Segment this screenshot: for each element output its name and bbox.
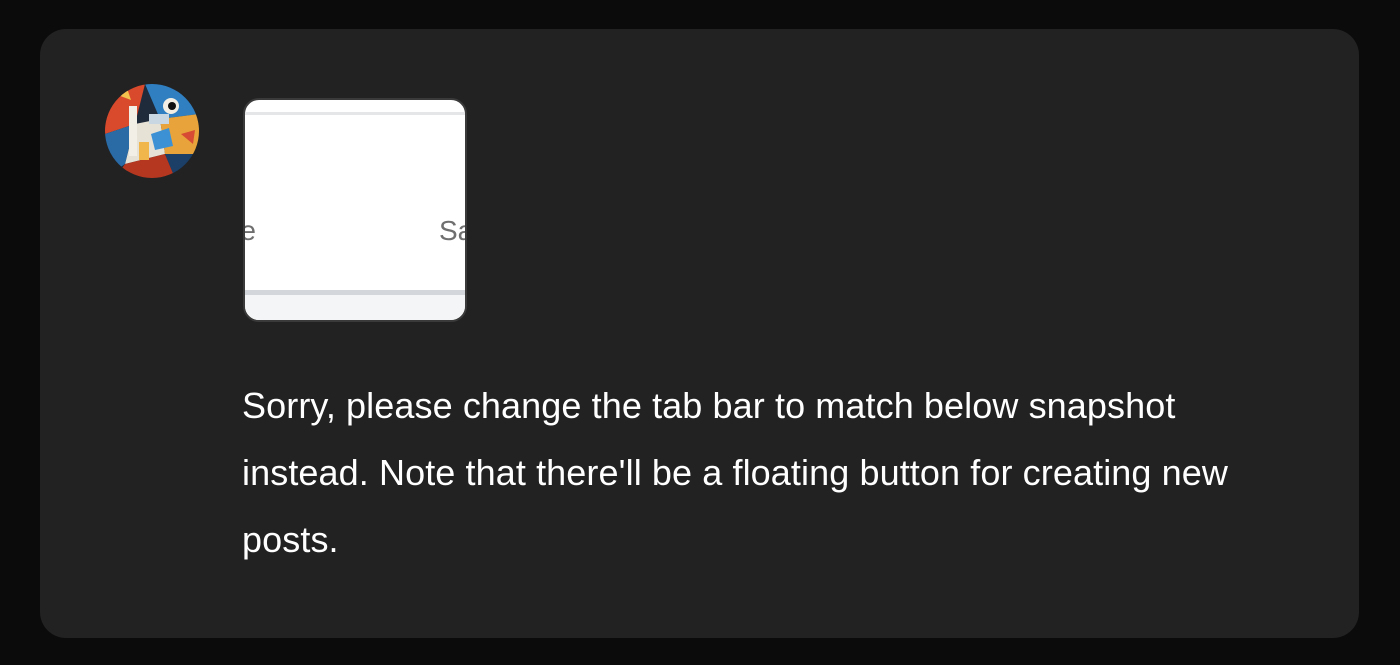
tab-bar-top-border <box>245 112 465 115</box>
message-text: Sorry, please change the tab bar to matc… <box>242 385 1228 560</box>
abstract-portrait-icon <box>105 84 199 178</box>
chat-message-card: re Sa Sorry, please change the tab bar t… <box>40 29 1359 638</box>
tab-bar-footer <box>245 295 465 320</box>
user-avatar[interactable] <box>105 84 199 178</box>
tab-label-right: Sa <box>439 215 465 246</box>
tab-label-left: re <box>245 214 256 248</box>
attachment-thumbnail[interactable]: re Sa <box>243 98 467 322</box>
